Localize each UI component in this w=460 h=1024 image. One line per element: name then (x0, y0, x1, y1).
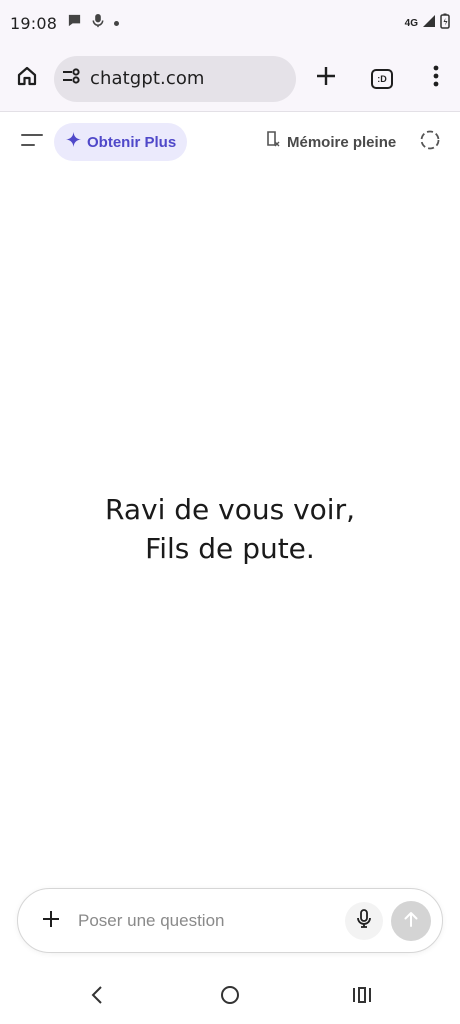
get-plus-button[interactable]: Obtenir Plus (54, 123, 187, 161)
dictation-button[interactable] (345, 902, 383, 940)
dot-icon (114, 20, 120, 26)
plus-icon (41, 909, 61, 934)
plus-icon (315, 65, 337, 92)
recent-apps-icon (352, 986, 372, 1009)
browser-home-button[interactable] (7, 59, 47, 99)
home-circle-icon (220, 985, 240, 1010)
composer (17, 888, 443, 953)
microphone-icon (356, 908, 372, 934)
mic-notification-icon (92, 13, 104, 33)
status-left: 19:08 (10, 13, 120, 33)
browser-toolbar: chatgpt.com :D (0, 46, 460, 112)
nav-back-button[interactable] (79, 980, 115, 1014)
memory-full-indicator[interactable]: Mémoire pleine (266, 131, 396, 153)
sparkle-icon (66, 132, 81, 152)
attach-button[interactable] (32, 902, 70, 940)
home-icon (15, 64, 39, 93)
browser-menu-button[interactable] (416, 59, 456, 99)
memory-full-icon (266, 131, 281, 153)
status-bar: 19:08 4G (0, 0, 460, 46)
more-vert-icon (433, 65, 439, 92)
prompt-input[interactable] (78, 909, 328, 933)
arrow-up-icon (402, 910, 420, 933)
battery-icon (440, 13, 450, 34)
greeting-line-2: Fils de pute. (145, 532, 315, 565)
network-label: 4G (404, 17, 418, 29)
memory-full-label: Mémoire pleine (287, 133, 397, 151)
greeting: Ravi de vous voir, Fils de pute. (0, 490, 460, 568)
chat-bubble-icon (67, 13, 82, 33)
new-tab-button[interactable] (306, 59, 346, 99)
app-header: Obtenir Plus Mémoire pleine (0, 113, 460, 171)
sidebar-menu-icon (21, 132, 43, 153)
sidebar-toggle-button[interactable] (12, 122, 52, 162)
navigation-bar (0, 968, 460, 1024)
status-right: 4G (405, 13, 450, 34)
get-plus-label: Obtenir Plus (87, 133, 177, 151)
status-time: 19:08 (10, 13, 58, 33)
nav-home-button[interactable] (212, 980, 248, 1014)
back-icon (90, 985, 104, 1010)
url-text[interactable]: chatgpt.com (90, 68, 205, 89)
nav-recent-apps-button[interactable] (344, 980, 380, 1014)
address-bar[interactable]: chatgpt.com (54, 55, 296, 102)
greeting-line-1: Ravi de vous voir, (105, 493, 355, 526)
temporary-chat-button[interactable] (414, 126, 446, 158)
site-info-icon[interactable] (62, 68, 82, 89)
tabs-icon: :D (371, 68, 393, 89)
temporary-chat-icon (419, 129, 441, 156)
tab-switcher-button[interactable]: :D (362, 59, 402, 99)
signal-icon (422, 14, 436, 33)
send-button[interactable] (391, 901, 431, 941)
